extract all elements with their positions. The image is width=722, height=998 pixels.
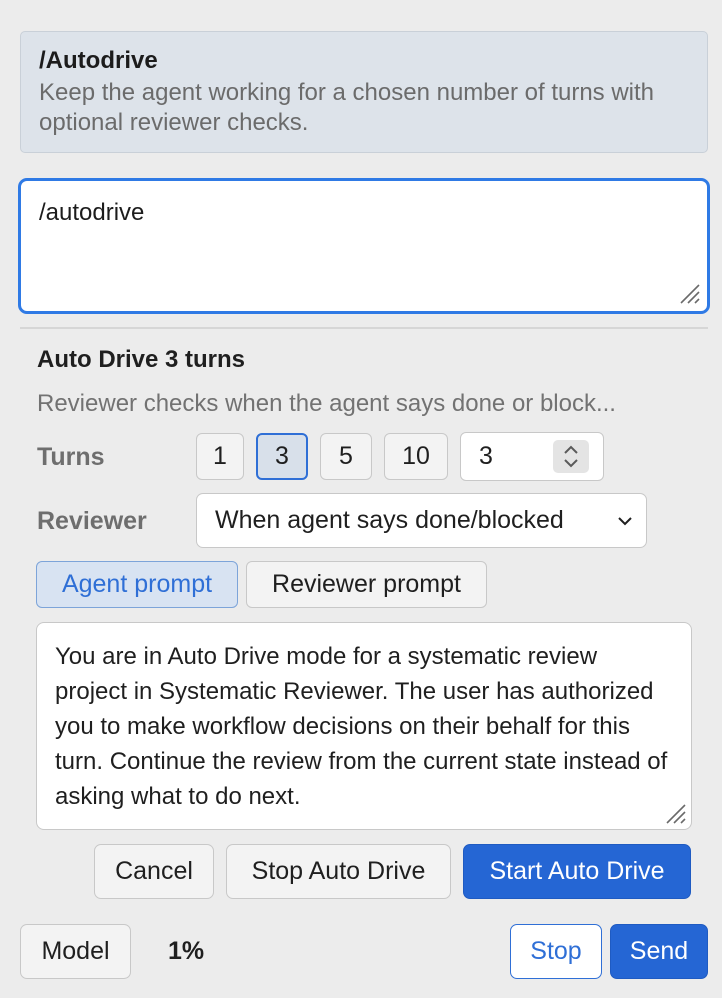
turns-label: Turns — [37, 443, 105, 471]
auto-drive-description: Reviewer checks when the agent says done… — [37, 390, 616, 417]
prompt-text: You are in Auto Drive mode for a systema… — [55, 643, 668, 810]
command-info-card: /Autodrive Keep the agent working for a … — [20, 31, 708, 153]
usage-percentage: 1% — [168, 937, 205, 965]
reviewer-select[interactable]: When agent says done/blocked — [196, 493, 647, 548]
stop-auto-drive-button[interactable]: Stop Auto Drive — [226, 844, 451, 899]
send-button[interactable]: Send — [610, 924, 708, 979]
resize-grip-icon[interactable] — [677, 281, 701, 305]
chevron-down-icon — [618, 517, 632, 526]
tab-agent-prompt[interactable]: Agent prompt — [36, 561, 238, 608]
stop-button[interactable]: Stop — [510, 924, 602, 979]
cancel-button[interactable]: Cancel — [94, 844, 214, 899]
turns-option-3[interactable]: 3 — [256, 433, 308, 480]
turns-option-10[interactable]: 10 — [384, 433, 448, 480]
section-divider — [20, 327, 708, 329]
command-input[interactable]: /autodrive — [18, 178, 710, 314]
turns-number-value: 3 — [479, 442, 493, 470]
turns-number-input[interactable]: 3 — [460, 432, 604, 481]
command-input-value: /autodrive — [39, 199, 145, 226]
resize-grip-icon[interactable] — [663, 801, 687, 825]
auto-drive-title: Auto Drive 3 turns — [37, 346, 246, 373]
tab-reviewer-prompt[interactable]: Reviewer prompt — [246, 561, 487, 608]
start-auto-drive-button[interactable]: Start Auto Drive — [463, 844, 691, 899]
command-title: /Autodrive — [39, 47, 158, 74]
reviewer-selected-value: When agent says done/blocked — [215, 506, 564, 534]
prompt-textarea[interactable]: You are in Auto Drive mode for a systema… — [36, 622, 692, 830]
model-button[interactable]: Model — [20, 924, 131, 979]
command-description: Keep the agent working for a chosen numb… — [39, 79, 655, 136]
turns-option-1[interactable]: 1 — [196, 433, 244, 480]
stepper-arrows-icon[interactable] — [553, 440, 589, 473]
turns-option-5[interactable]: 5 — [320, 433, 372, 480]
reviewer-label: Reviewer — [37, 507, 147, 535]
